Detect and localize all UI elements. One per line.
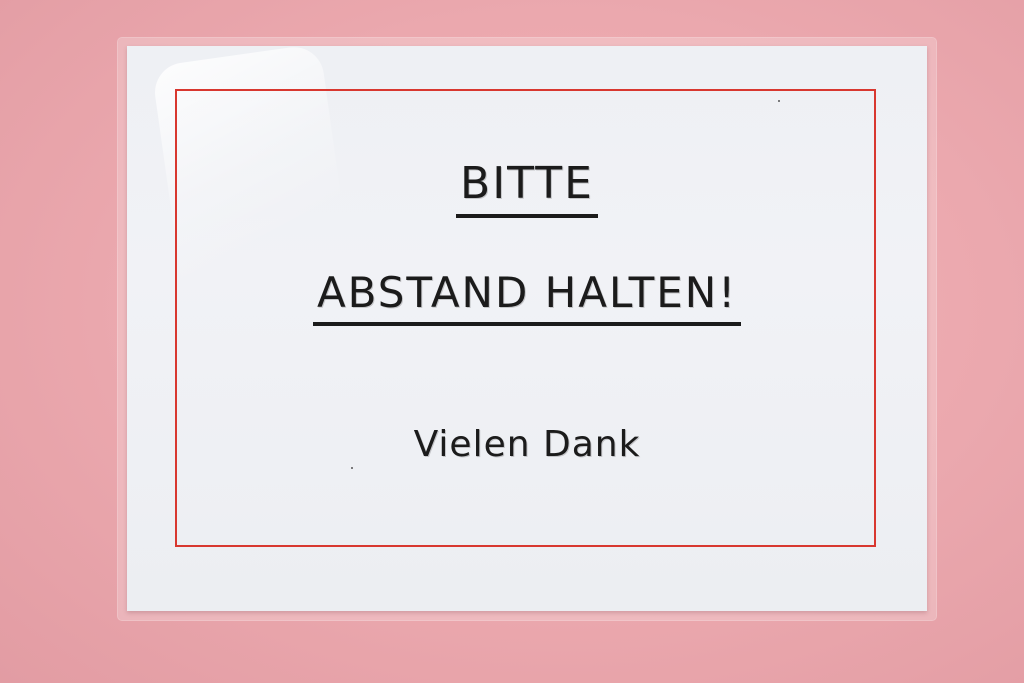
sign-thanks-text: Vielen Dank <box>413 424 641 465</box>
paper-speck <box>351 467 353 469</box>
sign-heading-bitte: BITTE <box>127 158 927 219</box>
sign-heading-abstand-halten: ABSTAND HALTEN! <box>127 268 927 327</box>
sign-paper: BITTE ABSTAND HALTEN! Vielen Dank <box>127 43 927 611</box>
paper-speck <box>778 100 780 102</box>
